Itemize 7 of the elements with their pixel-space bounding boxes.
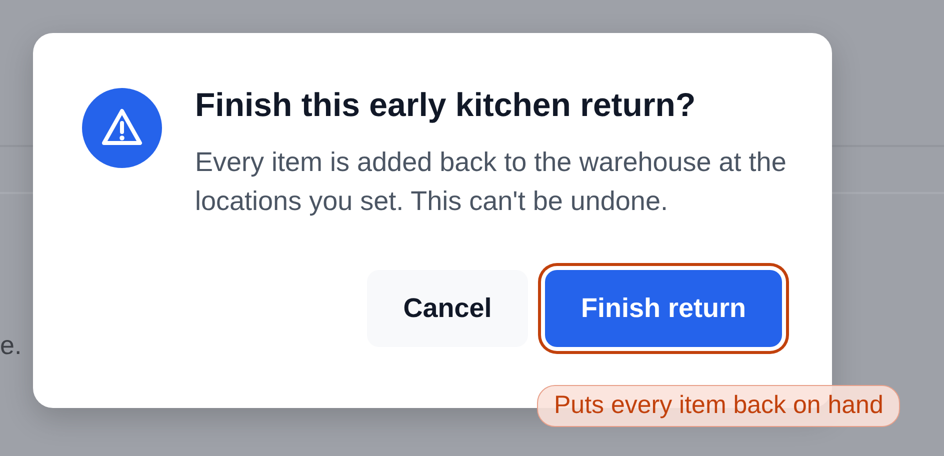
finish-button[interactable]: Finish return bbox=[545, 270, 782, 347]
dialog-title: Finish this early kitchen return? bbox=[195, 85, 697, 125]
warning-icon bbox=[82, 88, 162, 168]
background-text: e. bbox=[0, 330, 22, 362]
dialog-message: Every item is added back to the warehouse at the locations you set. This can't be undone. bbox=[195, 146, 788, 218]
cancel-button[interactable]: Cancel bbox=[367, 270, 528, 347]
hint-tooltip: Puts every item back on hand bbox=[537, 385, 900, 426]
